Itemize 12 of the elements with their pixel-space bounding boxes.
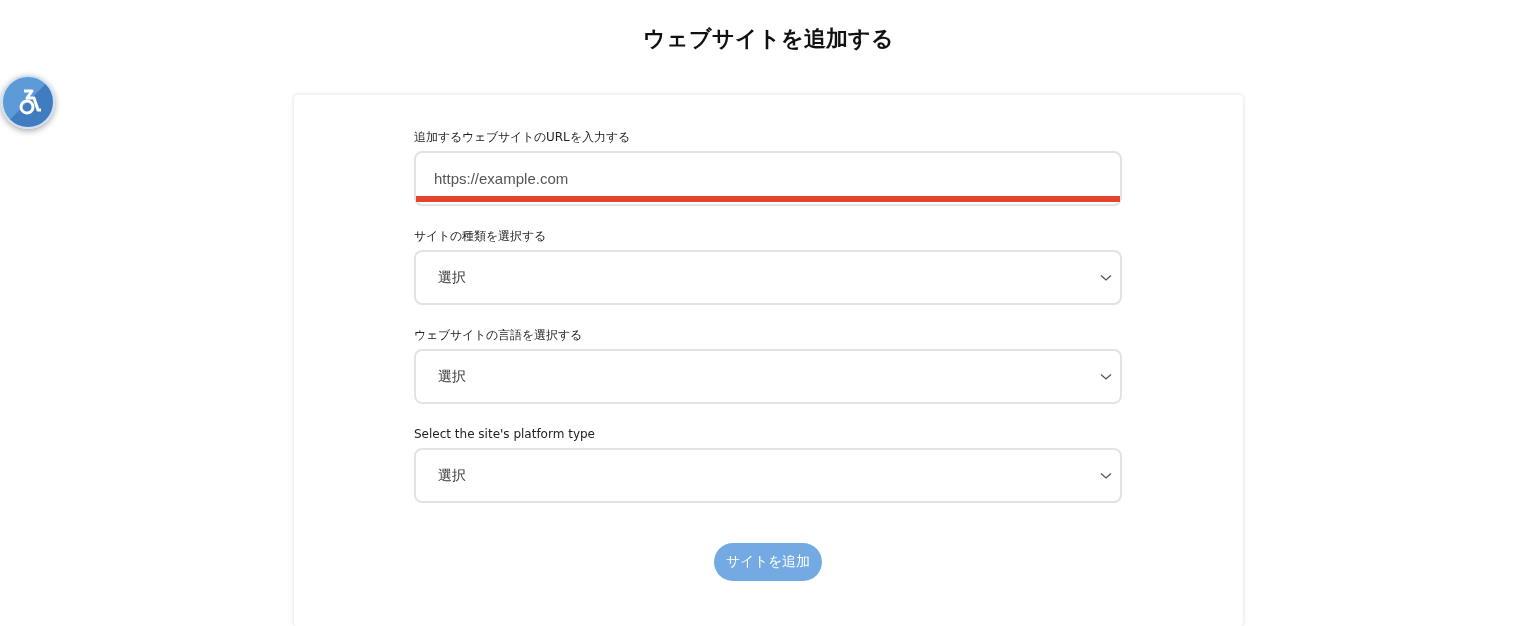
chevron-down-icon bbox=[1100, 273, 1112, 282]
select-dropdown[interactable]: 選択 bbox=[414, 448, 1122, 503]
chevron-down-icon bbox=[1100, 372, 1112, 381]
field-label: ウェブサイトの言語を選択する bbox=[414, 328, 583, 343]
select-dropdown[interactable]: 選択 bbox=[414, 250, 1122, 305]
accessibility-button[interactable] bbox=[1, 75, 55, 129]
select-dropdown[interactable]: 選択 bbox=[414, 349, 1122, 404]
field-label: Select the site's platform type bbox=[414, 427, 596, 442]
chevron-down-icon bbox=[1100, 471, 1112, 480]
field-label: サイトの種類を選択する bbox=[414, 229, 547, 244]
page-title: ウェブサイトを追加する bbox=[642, 25, 894, 53]
field-label: 追加するウェブサイトのURLを入力する bbox=[414, 130, 631, 145]
